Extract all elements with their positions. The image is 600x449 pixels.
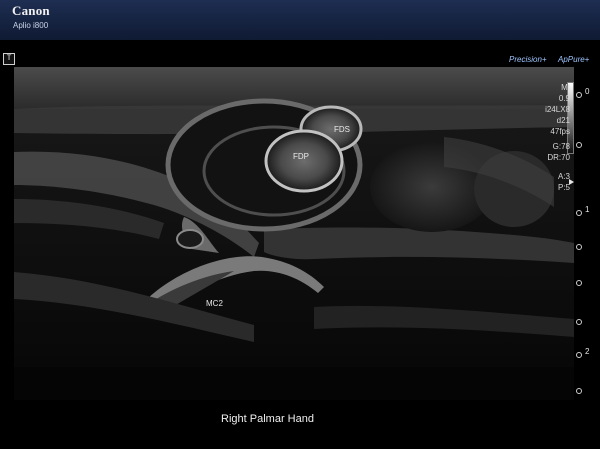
depth-tick (576, 92, 582, 98)
depth-label-2: 2 (585, 347, 590, 356)
depth-tick (576, 352, 582, 358)
param-framerate: 47fps (550, 127, 570, 136)
depth-label-1: 1 (585, 205, 590, 214)
param-gain: G:78 (552, 142, 570, 151)
apure-label: ApPure+ (558, 55, 590, 64)
model-name: Aplio i800 (13, 21, 49, 30)
ultrasound-image (14, 67, 574, 400)
depth-scale: 0 1 2 (576, 82, 596, 394)
precision-label: Precision+ (509, 55, 547, 64)
param-mi-label: MI (561, 83, 570, 92)
depth-tick (576, 142, 582, 148)
depth-tick (576, 244, 582, 250)
depth-label-0: 0 (585, 87, 590, 96)
param-a: A:3 (557, 172, 570, 181)
scan-parameters: MI 0.9 i24LX8 d21 47fps G:78 DR:70 A:3 P… (528, 82, 570, 193)
image-caption: Right Palmar Hand (221, 413, 314, 425)
depth-tick (576, 388, 582, 394)
depth-tick (576, 280, 582, 286)
mc2-label: MC2 (206, 299, 223, 308)
transducer-orientation-marker: T (3, 53, 15, 65)
fds-label: FDS (334, 125, 350, 134)
param-mi-value: 0.9 (558, 94, 570, 103)
header-bar: Canon Aplio i800 (0, 0, 600, 40)
param-depth: d21 (556, 116, 570, 125)
param-dynamic-range: DR:70 (547, 153, 570, 162)
param-probe: i24LX8 (545, 105, 570, 114)
depth-tick (576, 210, 582, 216)
depth-tick (576, 319, 582, 325)
brand-logo: Canon (12, 3, 50, 18)
focus-arrow-icon (569, 179, 574, 185)
param-p: P:5 (557, 183, 570, 192)
fdp-label: FDP (293, 152, 309, 161)
